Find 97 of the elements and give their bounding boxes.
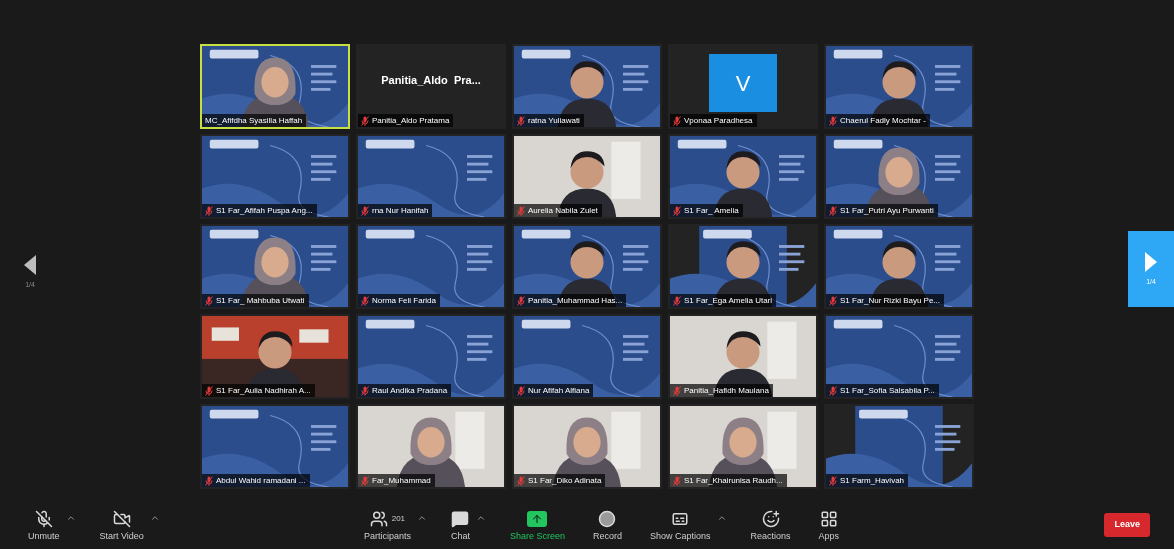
video-tile[interactable]: S1 Far_Sofia Salsabila P... — [824, 314, 974, 399]
muted-mic-icon — [517, 385, 525, 396]
muted-mic-icon — [517, 475, 525, 486]
muted-mic-icon — [205, 295, 213, 306]
participant-name: ratna Yuliawati — [528, 115, 580, 126]
chat-icon — [451, 509, 470, 528]
video-tile[interactable]: S1 Far_Putri Ayu Purwanti — [824, 134, 974, 219]
muted-mic-icon — [205, 475, 213, 486]
muted-mic-icon — [673, 205, 681, 216]
video-tile[interactable]: S1 Far_ Mahbuba Utwati — [200, 224, 350, 309]
video-tile[interactable]: Aurelia Nabila Zulet — [512, 134, 662, 219]
video-tile[interactable]: Far_Muhammad — [356, 404, 506, 489]
participant-name: S1 Far_Ega Amelia Utari — [684, 295, 773, 306]
mic-button[interactable]: Unmute — [24, 508, 64, 542]
participant-count: 201 — [391, 512, 406, 525]
captions-button[interactable]: Show Captions — [646, 508, 715, 542]
previous-page-icon[interactable] — [23, 254, 37, 276]
video-button[interactable]: Start Video — [95, 508, 148, 542]
participant-display-name: Panitia_Aldo Pra... — [381, 73, 481, 89]
muted-mic-icon — [361, 475, 369, 486]
leave-button[interactable]: Leave — [1104, 513, 1150, 537]
participant-name: S1 Far_Sofia Salsabila P... — [840, 385, 935, 396]
reactions-button[interactable]: Reactions — [746, 508, 795, 542]
participant-name: S1 Far_ Amelia — [684, 205, 739, 216]
muted-mic-icon — [829, 475, 837, 486]
participant-name: Vponaa Paradhesa — [684, 115, 753, 126]
mic-icon — [34, 509, 53, 528]
muted-mic-icon — [829, 115, 837, 126]
reactions-icon — [761, 509, 780, 528]
video-tile[interactable]: Norma Feli Farida — [356, 224, 506, 309]
video-tile[interactable]: Panitia_Aldo Pra... Panitia_Aldo Pratama — [356, 44, 506, 129]
apps-button[interactable]: Apps — [814, 508, 844, 542]
share-icon — [527, 510, 548, 527]
video-tile[interactable]: S1 Far_ Amelia — [668, 134, 818, 219]
muted-mic-icon — [205, 385, 213, 396]
muted-mic-icon — [361, 115, 369, 126]
video-tile[interactable]: S1 Farm_Havivah — [824, 404, 974, 489]
participant-name: Abdul Wahid ramadani ... — [216, 475, 306, 486]
participants-icon — [369, 509, 388, 528]
participant-name: S1 Far_Nur Rizki Bayu Pe... — [840, 295, 941, 306]
participant-name: Chaerul Fadly Mochtar - — [840, 115, 926, 126]
participant-name: Nur Afifah Alfiana — [528, 385, 590, 396]
video-tile[interactable]: Raul Andika Pradana — [356, 314, 506, 399]
muted-mic-icon — [361, 385, 369, 396]
video-tile[interactable]: Chaerul Fadly Mochtar - — [824, 44, 974, 129]
record-button[interactable]: Record — [589, 508, 626, 542]
video-tile[interactable]: S1 Far_Nur Rizki Bayu Pe... — [824, 224, 974, 309]
chat-button[interactable]: Chat — [446, 508, 474, 542]
video-tile[interactable]: S1 Far_Afifah Puspa Ang... — [200, 134, 350, 219]
next-page-icon — [1144, 250, 1158, 273]
avatar-letter: V — [735, 69, 751, 98]
muted-mic-icon — [829, 385, 837, 396]
video-tile[interactable]: Panitia_Hafidh Maulana — [668, 314, 818, 399]
muted-mic-icon — [361, 295, 369, 306]
participant-name: S1 Far_Diko Adinata — [528, 475, 602, 486]
participant-name: S1 Far_Khairunisa Raudh... — [684, 475, 783, 486]
participant-name: S1 Far_Aulia Nadhirah A... — [216, 385, 311, 396]
video-tile[interactable]: V Vponaa Paradhesa — [668, 44, 818, 129]
participant-name: MC_Afifdha Syasilla Haffah — [205, 115, 303, 126]
record-icon — [598, 509, 617, 528]
muted-mic-icon — [829, 295, 837, 306]
participant-name: Aurelia Nabila Zulet — [528, 205, 598, 216]
video-tile[interactable]: rna Nur Hanifah — [356, 134, 506, 219]
participant-name: Panitia_Aldo Pratama — [372, 115, 450, 126]
video-tile[interactable]: S1 Far_Diko Adinata — [512, 404, 662, 489]
muted-mic-icon — [517, 295, 525, 306]
muted-mic-icon — [361, 205, 369, 216]
share-button[interactable]: Share Screen — [505, 508, 569, 542]
participant-name: Panitia_Hafidh Maulana — [684, 385, 769, 396]
video-tile[interactable]: Panitia_Muhammad Has... — [512, 224, 662, 309]
participants-button[interactable]: 201 Participants — [359, 508, 415, 542]
muted-mic-icon — [829, 205, 837, 216]
muted-mic-icon — [517, 205, 525, 216]
muted-mic-icon — [673, 115, 681, 126]
muted-mic-icon — [673, 385, 681, 396]
participant-name: S1 Far_Afifah Puspa Ang... — [216, 205, 313, 216]
video-tile[interactable]: ratna Yuliawati — [512, 44, 662, 129]
video-tile[interactable]: S1 Far_Aulia Nadhirah A... — [200, 314, 350, 399]
participant-name: S1 Far_ Mahbuba Utwati — [216, 295, 305, 306]
video-tile[interactable]: MC_Afifdha Syasilla Haffah — [200, 44, 350, 129]
participant-name: Panitia_Muhammad Has... — [528, 295, 623, 306]
participant-name: Far_Muhammad — [372, 475, 431, 486]
video-tile[interactable]: S1 Far_Khairunisa Raudh... — [668, 404, 818, 489]
video-tile[interactable]: S1 Far_Ega Amelia Utari — [668, 224, 818, 309]
muted-mic-icon — [673, 295, 681, 306]
video-tile[interactable]: Abdul Wahid ramadani ... — [200, 404, 350, 489]
participant-name: rna Nur Hanifah — [372, 205, 429, 216]
apps-icon — [819, 509, 838, 528]
video-icon — [112, 509, 131, 528]
muted-mic-icon — [673, 475, 681, 486]
participant-name: S1 Farm_Havivah — [840, 475, 905, 486]
muted-mic-icon — [205, 205, 213, 216]
participant-name: Norma Feli Farida — [372, 295, 436, 306]
participant-name: Raul Andika Pradana — [372, 385, 448, 396]
participant-name: S1 Far_Putri Ayu Purwanti — [840, 205, 934, 216]
video-tile[interactable]: Nur Afifah Alfiana — [512, 314, 662, 399]
muted-mic-icon — [517, 115, 525, 126]
